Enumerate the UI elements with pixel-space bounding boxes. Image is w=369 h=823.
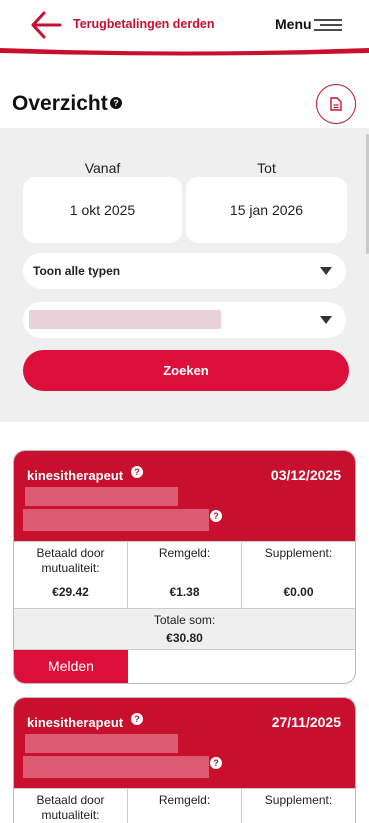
document-button[interactable] [316, 84, 356, 124]
paid-label: Betaald door mutualiteit: [36, 546, 105, 575]
remgeld-column: Remgeld: €1.38 [128, 542, 242, 608]
card-date: 03/12/2025 [270, 467, 341, 483]
paid-value: €29.42 [52, 585, 89, 599]
filter-panel: Vanaf Tot 1 okt 2025 15 jan 2026 Toon al… [0, 128, 369, 422]
redacted-detail [23, 509, 209, 531]
chevron-down-icon [320, 267, 332, 275]
to-date-field[interactable]: 15 jan 2026 [186, 177, 347, 243]
document-icon [330, 97, 342, 111]
question-icon[interactable]: ? [210, 757, 222, 769]
provider-select[interactable] [23, 302, 346, 338]
app-header: Terugbetalingen derden Menu [0, 0, 369, 58]
supplement-column: Supplement: [242, 789, 355, 823]
from-label: Vanaf [84, 160, 121, 176]
redacted-detail [23, 756, 209, 778]
question-icon[interactable]: ? [131, 466, 143, 478]
from-date-field[interactable]: 1 okt 2025 [23, 177, 182, 243]
question-icon[interactable]: ? [210, 510, 222, 522]
arrow-left-icon [31, 11, 62, 39]
supplement-value: €0.00 [283, 585, 314, 599]
header-accent-line [0, 48, 369, 56]
total-value: €30.80 [166, 631, 203, 645]
overview-title: Overzicht [12, 92, 108, 115]
search-button[interactable]: Zoeken [23, 350, 349, 391]
redacted-value [29, 310, 221, 329]
card-actions: Melden [14, 649, 355, 683]
card-header: kinesitherapeut ? 27/11/2025 ? [14, 698, 355, 788]
remgeld-label: Remgeld: [158, 546, 211, 560]
type-select-value: Toon alle typen [33, 264, 121, 278]
question-icon[interactable]: ? [110, 97, 122, 109]
redacted-name [25, 734, 178, 753]
remgeld-label: Remgeld: [158, 793, 211, 807]
type-select[interactable]: Toon alle typen [23, 253, 346, 289]
back-button[interactable] [30, 10, 62, 40]
total-label: Totale som: [153, 613, 216, 627]
reimbursement-card: kinesitherapeut ? 27/11/2025 ? Betaald d… [13, 697, 356, 823]
provider-type: kinesitherapeut [27, 468, 124, 483]
hamburger-icon[interactable] [314, 18, 342, 32]
question-icon[interactable]: ? [131, 713, 143, 725]
total-row: Totale som: €30.80 [14, 608, 355, 649]
remgeld-column: Remgeld: [128, 789, 242, 823]
paid-column: Betaald door mutualiteit: €29.42 [14, 542, 128, 608]
paid-column: Betaald door mutualiteit: [14, 789, 128, 823]
report-button[interactable]: Melden [14, 650, 128, 683]
supplement-label: Supplement: [264, 793, 333, 807]
redacted-name [25, 487, 178, 506]
supplement-column: Supplement: €0.00 [242, 542, 355, 608]
amounts-row: Betaald door mutualiteit: €29.42 Remgeld… [14, 541, 355, 608]
page-title: Terugbetalingen derden [73, 17, 215, 31]
amounts-row: Betaald door mutualiteit: Remgeld: Suppl… [14, 788, 355, 823]
to-label: Tot [257, 160, 276, 176]
reimbursement-card: kinesitherapeut ? 03/12/2025 ? Betaald d… [13, 450, 356, 684]
card-date: 27/11/2025 [271, 714, 341, 730]
supplement-label: Supplement: [264, 546, 333, 560]
provider-type: kinesitherapeut [27, 715, 124, 730]
card-header: kinesitherapeut ? 03/12/2025 ? [14, 451, 355, 541]
remgeld-value: €1.38 [169, 585, 200, 599]
paid-label: Betaald door mutualiteit: [36, 793, 105, 822]
menu-button-label[interactable]: Menu [275, 16, 312, 32]
overview-heading-row: Overzicht ? [0, 84, 369, 128]
chevron-down-icon [320, 316, 332, 324]
